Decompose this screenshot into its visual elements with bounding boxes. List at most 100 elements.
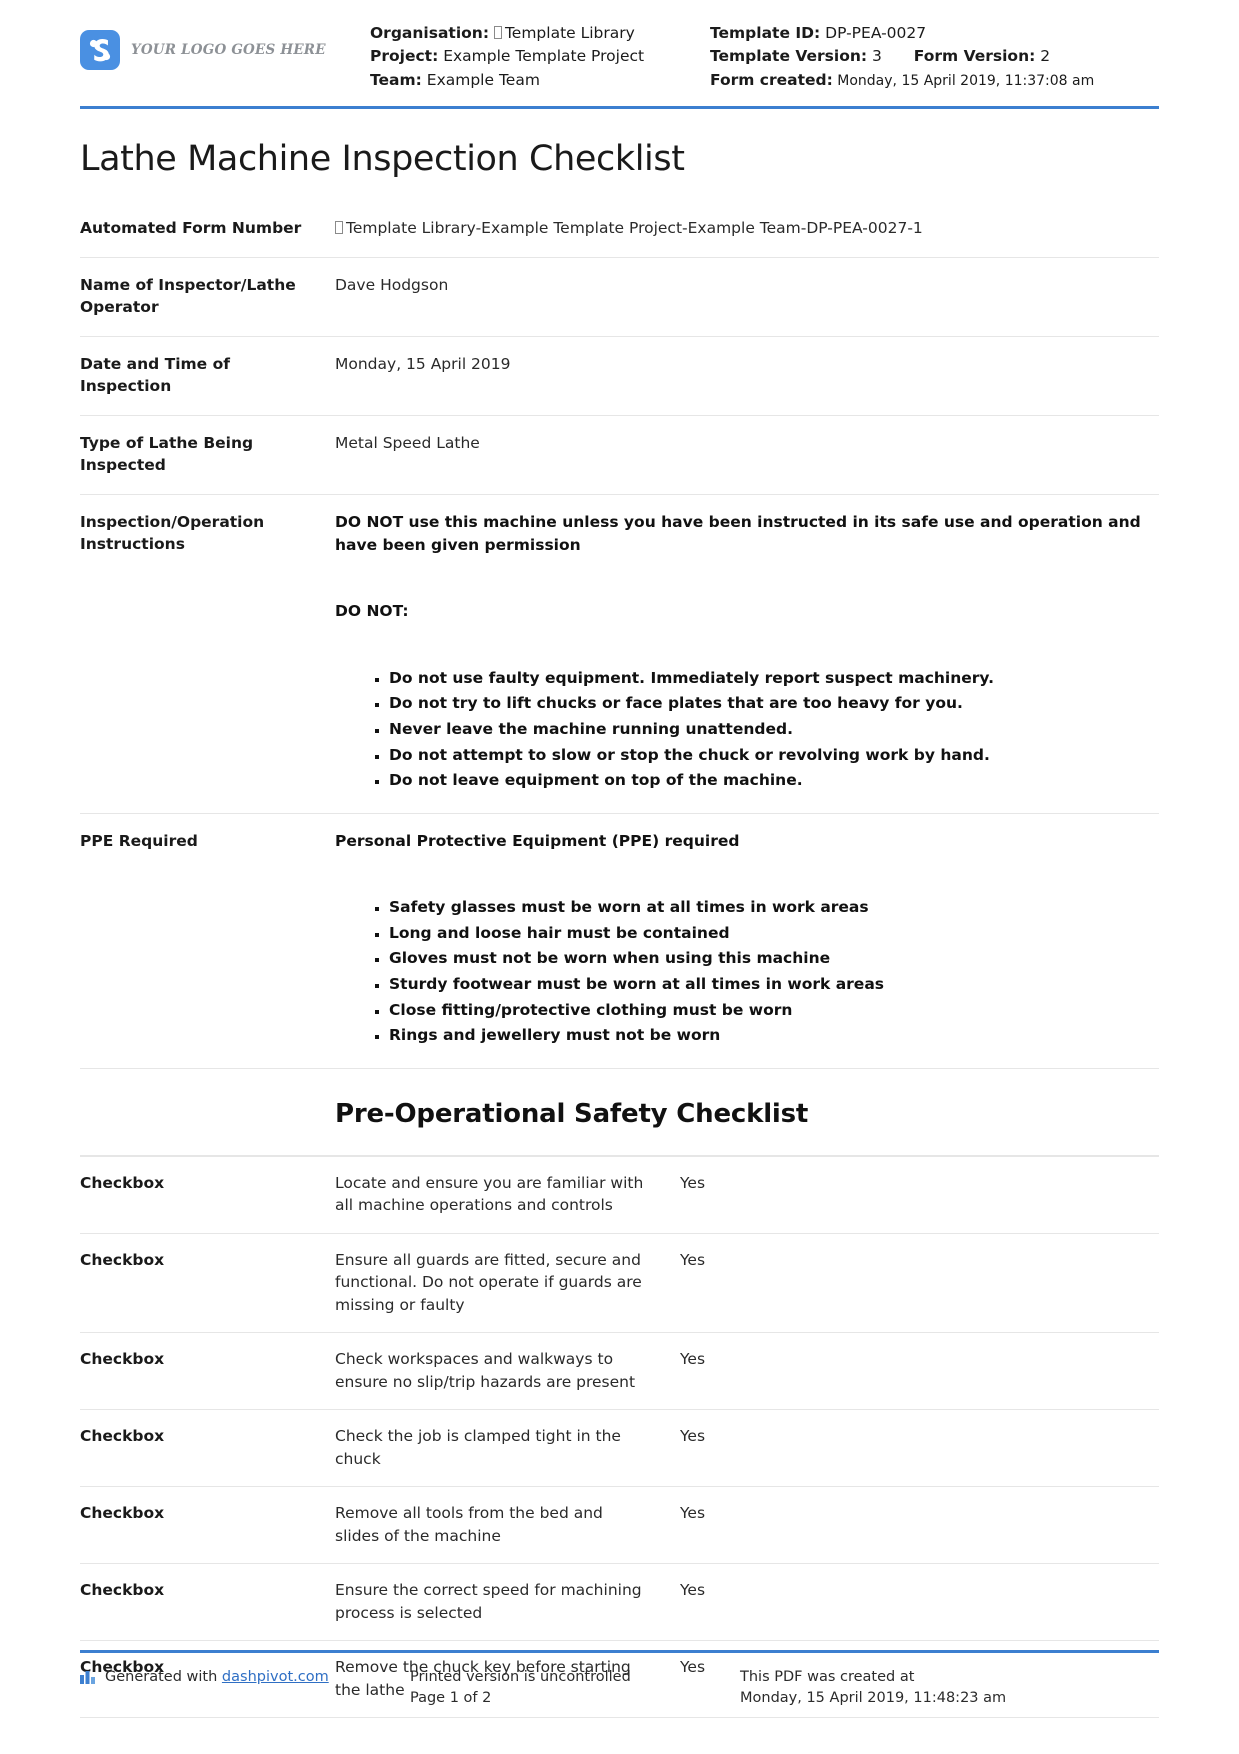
- list-item: Gloves must not be worn when using this …: [389, 947, 1159, 970]
- section-heading-row: Pre-Operational Safety Checklist: [80, 1068, 1159, 1156]
- generated-prefix: Generated with: [105, 1668, 218, 1685]
- footer-divider: [80, 1649, 1159, 1653]
- logo-block: YOUR LOGO GOES HERE: [80, 22, 370, 70]
- bar-chart-icon: [80, 1667, 96, 1692]
- team-label: Team:: [370, 70, 422, 89]
- footer-generated-text: Generated with dashpivot.com: [105, 1667, 329, 1689]
- list-item: Close fitting/protective clothing must b…: [389, 999, 1159, 1022]
- checklist-table-body: Checkbox Locate and ensure you are famili…: [80, 1156, 1159, 1718]
- form-created-line: Form created: Monday, 15 April 2019, 11:…: [710, 69, 1159, 92]
- checkbox-label: Checkbox: [80, 1427, 165, 1446]
- list-item: Rings and jewellery must not be worn: [389, 1024, 1159, 1047]
- form-version-label: Form Version:: [913, 47, 1036, 66]
- checkbox-value: Yes: [680, 1581, 706, 1600]
- form-created-label: Form created:: [710, 70, 833, 89]
- field-label: Type of Lathe Being Inspected: [80, 434, 254, 475]
- footer-generated-block: Generated with dashpivot.com: [80, 1667, 410, 1711]
- field-row-automated-form-number: Automated Form Number Template Library-E…: [80, 201, 1159, 258]
- checkbox-value: Yes: [680, 1173, 706, 1192]
- header-meta-left: Organisation: Template Library Project: …: [370, 22, 710, 92]
- field-value: Personal Protective Equipment (PPE) requ…: [335, 813, 1159, 1068]
- table-row: Checkbox Check workspaces and walkways to…: [80, 1333, 1159, 1410]
- checkbox-value: Yes: [680, 1350, 706, 1369]
- list-item: Do not attempt to slow or stop the chuck…: [389, 744, 1159, 767]
- page-title: Lathe Machine Inspection Checklist: [80, 138, 685, 179]
- document-header: YOUR LOGO GOES HERE Organisation: Templa…: [80, 0, 1159, 102]
- organisation-line: Organisation: Template Library: [370, 22, 710, 45]
- form-created-value: Monday, 15 April 2019, 11:37:08 am: [837, 72, 1095, 89]
- field-row-date-time: Date and Time of Inspection Monday, 15 A…: [80, 337, 1159, 416]
- checkbox-label: Checkbox: [80, 1250, 165, 1269]
- field-row-ppe: PPE Required Personal Protective Equipme…: [80, 813, 1159, 1069]
- field-row-inspector: Name of Inspector/Lathe Operator Dave Ho…: [80, 258, 1159, 337]
- section-heading: Pre-Operational Safety Checklist: [335, 1098, 809, 1129]
- template-id-value: DP-PEA-0027: [825, 24, 927, 42]
- checkbox-label: Checkbox: [80, 1504, 165, 1523]
- footer-created-block: This PDF was created at Monday, 15 April…: [740, 1667, 1159, 1711]
- field-label: Name of Inspector/Lathe Operator: [80, 276, 296, 317]
- field-label: Automated Form Number: [80, 218, 302, 237]
- missing-glyph-icon: [335, 220, 343, 234]
- dashpivot-link[interactable]: dashpivot.com: [222, 1669, 329, 1685]
- page-number: Page 1 of 2: [410, 1690, 492, 1707]
- field-value: Dave Hodgson: [335, 276, 449, 295]
- field-value: Metal Speed Lathe: [335, 434, 480, 453]
- checkbox-description: Remove all tools from the bed and slides…: [335, 1504, 603, 1545]
- team-line: Team: Example Team: [370, 69, 710, 92]
- field-label: PPE Required: [80, 831, 198, 850]
- document-footer: Generated with dashpivot.com Printed ver…: [80, 1649, 1159, 1711]
- template-version-label: Template Version:: [710, 47, 868, 66]
- list-item: Long and loose hair must be contained: [389, 922, 1159, 945]
- document-page: YOUR LOGO GOES HERE Organisation: Templa…: [0, 0, 1239, 1754]
- field-value: Template Library-Example Template Projec…: [335, 201, 1159, 258]
- checkbox-description: Locate and ensure you are familiar with …: [335, 1173, 644, 1215]
- checkbox-label: Checkbox: [80, 1173, 165, 1192]
- checkbox-description: Check workspaces and walkways to ensure …: [335, 1350, 636, 1391]
- checkbox-label: Checkbox: [80, 1350, 165, 1369]
- project-value: Example Template Project: [443, 47, 645, 66]
- table-row: Checkbox Remove all tools from the bed an…: [80, 1487, 1159, 1564]
- printed-notice: Printed version is uncontrolled: [410, 1668, 631, 1685]
- table-row: Checkbox Ensure the correct speed for mac…: [80, 1564, 1159, 1641]
- checkbox-description: Check the job is clamped tight in the ch…: [335, 1427, 621, 1468]
- section-heading-cell: Pre-Operational Safety Checklist: [335, 1068, 1159, 1155]
- table-row: Checkbox Ensure all guards are fitted, se…: [80, 1233, 1159, 1333]
- form-fields-table: Automated Form Number Template Library-E…: [80, 201, 1159, 1156]
- company-logo-icon: [80, 30, 120, 70]
- template-version-value: 3: [872, 47, 882, 66]
- logo-text: YOUR LOGO GOES HERE: [131, 42, 326, 58]
- list-item: Do not try to lift chucks or face plates…: [389, 692, 1159, 715]
- footer-print-block: Printed version is uncontrolled Page 1 o…: [410, 1667, 740, 1711]
- list-item: Do not leave equipment on top of the mac…: [389, 769, 1159, 792]
- field-value: DO NOT use this machine unless you have …: [335, 495, 1159, 814]
- header-divider: [80, 105, 1159, 109]
- instructions-subheading: DO NOT:: [335, 602, 409, 621]
- list-item: Never leave the machine running unattend…: [389, 718, 1159, 741]
- section-heading-spacer: [80, 1068, 335, 1155]
- field-row-lathe-type: Type of Lathe Being Inspected Metal Spee…: [80, 416, 1159, 495]
- automated-form-number-value: Template Library-Example Template Projec…: [346, 218, 923, 237]
- field-row-instructions: Inspection/Operation Instructions DO NOT…: [80, 495, 1159, 814]
- created-timestamp: Monday, 15 April 2019, 11:48:23 am: [740, 1690, 1007, 1707]
- list-item: Do not use faulty equipment. Immediately…: [389, 667, 1159, 690]
- organisation-value: Template Library: [504, 24, 635, 42]
- template-id-line: Template ID: DP-PEA-0027: [710, 22, 1159, 45]
- team-value: Example Team: [426, 70, 540, 89]
- checkbox-description: Ensure the correct speed for machining p…: [335, 1581, 642, 1622]
- template-id-label: Template ID:: [710, 24, 821, 42]
- table-row: Checkbox Locate and ensure you are famili…: [80, 1156, 1159, 1234]
- checklist-table: Checkbox Locate and ensure you are famili…: [80, 1156, 1159, 1718]
- organisation-label: Organisation:: [370, 24, 490, 42]
- missing-glyph-icon: [493, 26, 502, 39]
- form-version-value: 2: [1040, 47, 1051, 66]
- checkbox-value: Yes: [680, 1504, 706, 1523]
- list-item: Sturdy footwear must be worn at all time…: [389, 973, 1159, 996]
- checkbox-label: Checkbox: [80, 1581, 165, 1600]
- ppe-list: Safety glasses must be worn at all times…: [367, 896, 1159, 1047]
- checkbox-description: Ensure all guards are fitted, secure and…: [335, 1250, 642, 1314]
- field-label: Inspection/Operation Instructions: [80, 513, 265, 554]
- checkbox-value: Yes: [680, 1250, 706, 1269]
